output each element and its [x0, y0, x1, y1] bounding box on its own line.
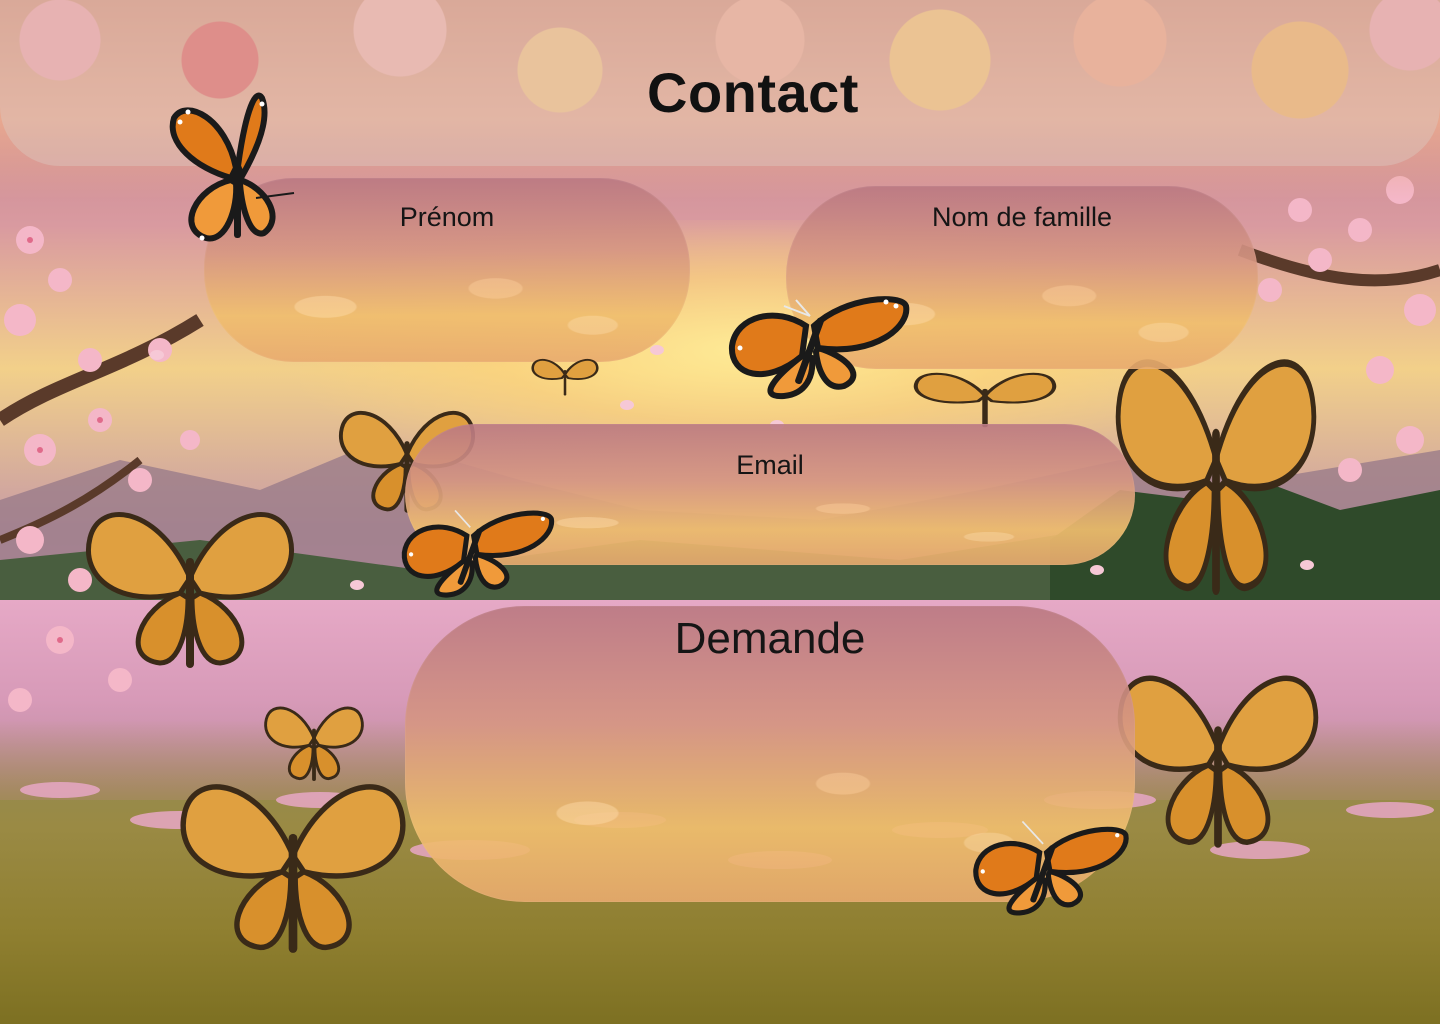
amber-butterfly-icon — [1112, 660, 1324, 850]
petal — [1090, 565, 1104, 575]
amber-butterfly-icon — [1110, 338, 1322, 598]
petal — [350, 580, 364, 590]
petal — [620, 400, 634, 410]
amber-butterfly-icon — [80, 498, 300, 670]
first-name-input[interactable] — [244, 258, 650, 340]
amber-butterfly-icon — [530, 356, 600, 396]
email-label: Email — [736, 450, 804, 480]
monarch-butterfly-icon — [398, 502, 556, 600]
amber-butterfly-icon — [174, 764, 412, 960]
amber-butterfly-icon — [910, 368, 1060, 428]
request-label: Demande — [674, 614, 866, 663]
contact-page: Contact Prénom Nom de famille Email Dema… — [0, 0, 1440, 1024]
monarch-butterfly-icon — [166, 88, 296, 248]
petal — [150, 350, 164, 360]
last-name-label: Nom de famille — [931, 202, 1113, 232]
monarch-butterfly-icon — [970, 818, 1130, 918]
monarch-butterfly-icon — [726, 286, 910, 402]
